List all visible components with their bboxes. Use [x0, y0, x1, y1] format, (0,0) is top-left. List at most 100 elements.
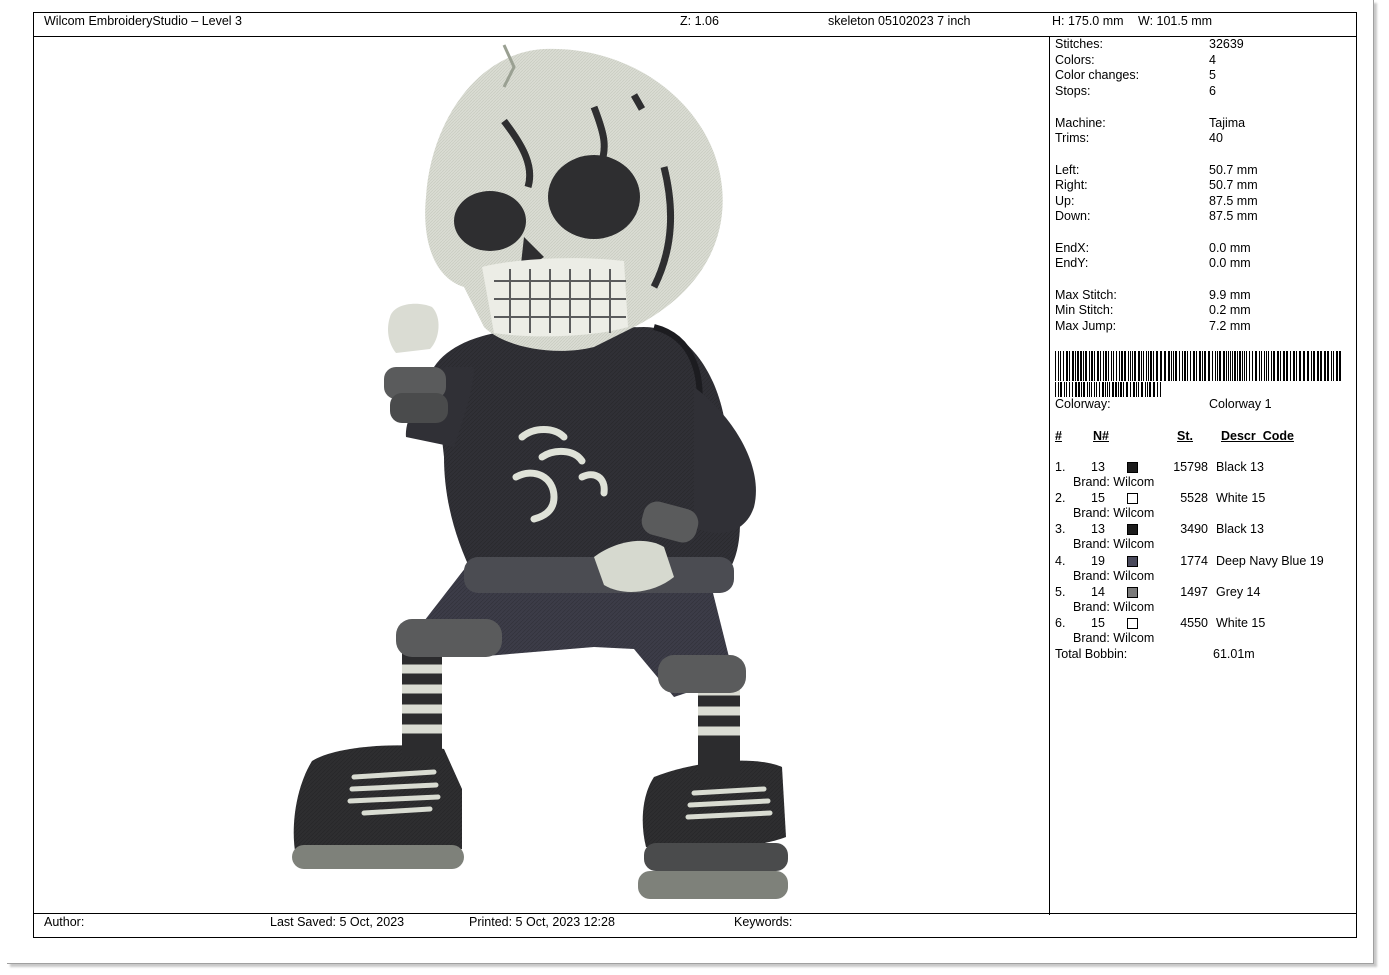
barcode-bar: [1268, 351, 1269, 381]
barcode-bar: [1217, 351, 1218, 381]
printed-date: Printed: 5 Oct, 2023 12:28: [469, 915, 615, 929]
barcode-bar: [1083, 382, 1085, 397]
barcode-bar: [1266, 351, 1267, 381]
barcode-bar: [1103, 351, 1104, 381]
barcode-bar: [1168, 351, 1170, 381]
barcode-bar: [1060, 382, 1062, 397]
barcode-bar: [1138, 382, 1139, 397]
needle-number: 14: [1091, 584, 1105, 599]
brand-label: Brand: Wilcom: [1073, 568, 1155, 583]
barcode-bar: [1145, 382, 1146, 397]
barcode-bar: [1069, 382, 1070, 397]
barcode-bar: [1143, 351, 1144, 381]
barcode-bar: [1078, 382, 1080, 397]
barcode-bar: [1173, 351, 1174, 381]
barcode-bar: [1075, 351, 1076, 381]
barcode-bar: [1149, 382, 1151, 397]
barcode-bar: [1123, 382, 1124, 397]
color-index: 5.: [1055, 584, 1066, 599]
barcode-bar: [1147, 382, 1148, 397]
stitch-count: 15798: [1173, 460, 1208, 474]
barcode-bar: [1179, 351, 1180, 381]
barcode-bar: [1112, 382, 1114, 397]
barcode-bar: [1133, 382, 1135, 397]
col-header-index: #: [1055, 429, 1062, 443]
barcode-bar: [1138, 351, 1140, 381]
barcode-bar: [1089, 382, 1090, 397]
barcode-bar: [1060, 351, 1061, 381]
needle-number: 15: [1091, 491, 1105, 506]
barcode-bar: [1331, 351, 1332, 381]
barcode-bar: [1327, 351, 1329, 381]
barcode-bar: [1324, 351, 1326, 381]
info-panel-divider: [1049, 36, 1050, 915]
left-arm: [384, 303, 474, 447]
barcode-bar: [1271, 351, 1272, 381]
barcode-bar: [1175, 351, 1177, 381]
barcode-bar: [1100, 351, 1101, 381]
right-shoe: [638, 760, 788, 899]
barcode-bar: [1237, 351, 1238, 381]
barcode-bar: [1091, 351, 1093, 381]
brand-label: Brand: Wilcom: [1073, 475, 1155, 489]
barcode-bar: [1190, 351, 1191, 381]
barcode-bar: [1226, 351, 1227, 381]
color-description: White 15: [1216, 616, 1266, 630]
barcode-bar: [1160, 351, 1162, 381]
barcode-bar: [1148, 351, 1149, 381]
stitch-count: 3490: [1180, 522, 1208, 537]
barcode-bar: [1261, 351, 1262, 381]
barcode-bar: [1058, 351, 1059, 381]
barcode-bar: [1066, 382, 1067, 397]
barcode-bar: [1156, 351, 1158, 381]
barcode-bar: [1153, 382, 1155, 397]
barcode-bar: [1069, 351, 1070, 381]
barcode-bar: [1120, 382, 1122, 397]
barcode-bar: [1113, 351, 1114, 381]
barcode-bar: [1080, 351, 1082, 381]
needle-number: 19: [1091, 553, 1105, 568]
barcode-bar: [1317, 351, 1319, 381]
barcode-bar: [1141, 382, 1143, 397]
barcode-bar: [1202, 351, 1203, 381]
barcode-bar: [1075, 382, 1077, 397]
barcode-bar: [1128, 351, 1129, 381]
barcode-bar: [1141, 351, 1142, 381]
barcode-bar: [1246, 351, 1247, 381]
color-description: Deep Navy Blue 19: [1216, 553, 1324, 568]
barcode: [1055, 351, 1341, 397]
barcode-bar: [1244, 351, 1245, 381]
color-table: # N# St. Descr_Code 1. 13 15798 Black 13 Bra…: [1055, 429, 1355, 669]
barcode-bar: [1293, 351, 1295, 381]
barcode-bar: [1097, 351, 1099, 381]
barcode-bar: [1320, 351, 1322, 381]
barcode-bar: [1160, 382, 1161, 397]
col-header-number: N#: [1093, 429, 1109, 443]
color-swatch: [1127, 462, 1138, 473]
barcode-bar: [1085, 351, 1087, 381]
barcode-bar: [1063, 351, 1064, 381]
barcode-bar: [1089, 351, 1090, 381]
barcode-bar: [1126, 382, 1128, 397]
color-swatch: [1127, 555, 1138, 567]
barcode-bar: [1094, 382, 1095, 397]
barcode-bar: [1132, 351, 1133, 381]
barcode-bar: [1105, 382, 1106, 397]
color-description: Grey 14: [1216, 584, 1261, 599]
needle-number: 15: [1091, 616, 1105, 630]
barcode-bar: [1232, 351, 1233, 381]
barcode-bar: [1219, 351, 1221, 381]
color-row: 2. 15 5528 White 15 Brand: Wilcom: [1055, 491, 1355, 522]
color-swatch: [1127, 493, 1138, 505]
barcode-bar: [1249, 351, 1250, 381]
barcode-bar: [1239, 351, 1241, 381]
barcode-bar: [1184, 351, 1186, 381]
barcode-bar: [1311, 351, 1312, 381]
barcode-bar: [1280, 351, 1281, 381]
barcode-bar: [1212, 351, 1213, 381]
barcode-bar: [1290, 351, 1291, 381]
footer-divider: [34, 913, 1356, 914]
barcode-bar: [1081, 382, 1082, 397]
barcode-bar: [1336, 351, 1338, 381]
barcode-bar: [1130, 351, 1131, 381]
